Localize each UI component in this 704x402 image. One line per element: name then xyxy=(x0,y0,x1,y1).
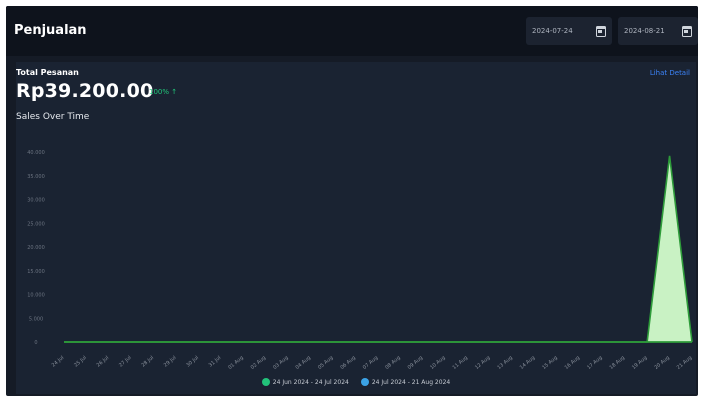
header-bar: Penjualan 2024-07-24 2024-08-21 xyxy=(6,6,698,56)
sales-card: Total Pesanan Lihat Detail Rp39.200.00 1… xyxy=(16,62,696,394)
x-tick-label: 08 Aug xyxy=(384,355,401,371)
x-tick-label: 11 Aug xyxy=(452,355,469,371)
series-line-2 xyxy=(64,155,693,343)
x-tick-label: 15 Aug xyxy=(541,355,558,371)
end-date-value: 2024-08-21 xyxy=(624,27,665,35)
start-date-value: 2024-07-24 xyxy=(532,27,573,35)
y-tick-label: 35.000 xyxy=(27,174,45,180)
y-tick-label: 20.000 xyxy=(27,245,45,251)
x-tick-label: 05 Aug xyxy=(317,355,334,371)
legend-item-2[interactable]: 24 Jul 2024 - 21 Aug 2024 xyxy=(360,378,451,386)
x-tick-label: 27 Jul xyxy=(118,355,133,369)
x-tick-label: 26 Jul xyxy=(96,355,111,369)
x-tick-label: 09 Aug xyxy=(407,355,424,371)
x-tick-label: 20 Aug xyxy=(653,355,670,371)
x-tick-label: 04 Aug xyxy=(295,355,312,371)
x-tick-label: 18 Aug xyxy=(609,355,626,371)
legend-label-1: 24 Jun 2024 - 24 Jul 2024 xyxy=(272,378,349,386)
x-tick-label: 30 Jul xyxy=(185,355,200,369)
legend-label-2: 24 Jul 2024 - 21 Aug 2024 xyxy=(371,378,451,386)
legend-dot-1 xyxy=(261,378,270,386)
calendar-icon[interactable] xyxy=(596,25,606,37)
y-tick-label: 30.000 xyxy=(27,198,45,204)
legend-item-1[interactable]: 24 Jun 2024 - 24 Jul 2024 xyxy=(261,378,349,386)
x-tick-label: 12 Aug xyxy=(474,355,491,371)
x-tick-label: 14 Aug xyxy=(519,355,536,371)
page-title: Penjualan xyxy=(14,23,87,38)
x-tick-label: 21 Aug xyxy=(676,355,693,371)
start-date-input[interactable]: 2024-07-24 xyxy=(526,17,612,45)
x-tick-label: 17 Aug xyxy=(586,355,603,371)
y-tick-label: 15.000 xyxy=(27,269,45,275)
x-tick-label: 29 Jul xyxy=(163,355,178,369)
page-frame: Penjualan 2024-07-24 2024-08-21 Total Pe… xyxy=(6,6,698,396)
x-tick-label: 16 Aug xyxy=(564,355,581,371)
y-tick-label: 10.000 xyxy=(27,293,45,299)
y-tick-label: 40.000 xyxy=(27,150,45,156)
y-tick-label: 5.000 xyxy=(29,316,43,322)
chart-legend: 24 Jun 2024 - 24 Jul 2024 24 Jul 2024 - … xyxy=(16,378,696,386)
legend-dot-2 xyxy=(360,378,369,386)
sales-chart: 0 5.000 10.000 15.000 20.000 25.000 30.000 35.0… xyxy=(27,150,693,371)
x-tick-label: 19 Aug xyxy=(631,355,648,371)
x-tick-label: 06 Aug xyxy=(339,355,356,371)
x-tick-label: 13 Aug xyxy=(496,355,513,371)
x-tick-label: 24 Jul xyxy=(51,355,66,369)
x-tick-label: 02 Aug xyxy=(250,355,267,371)
x-tick-label: 01 Aug xyxy=(227,355,244,371)
x-tick-label: 03 Aug xyxy=(272,355,289,371)
x-tick-label: 28 Jul xyxy=(140,355,155,369)
x-tick-label: 31 Jul xyxy=(208,355,223,369)
end-date-input[interactable]: 2024-08-21 xyxy=(618,17,698,45)
series-area-2 xyxy=(64,155,692,342)
calendar-icon[interactable] xyxy=(682,25,692,37)
x-tick-label: 25 Jul xyxy=(73,355,88,369)
x-tick-label: 10 Aug xyxy=(429,355,446,371)
x-tick-label: 07 Aug xyxy=(362,355,379,371)
y-tick-label: 0 xyxy=(34,340,37,346)
y-tick-label: 25.000 xyxy=(27,221,45,227)
